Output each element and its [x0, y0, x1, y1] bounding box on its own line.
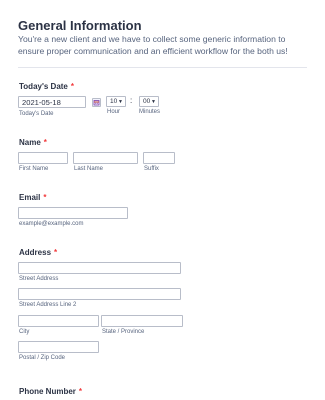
- hour-select[interactable]: 10 ▼: [106, 96, 126, 107]
- minutes-sublabel: Minutes: [139, 109, 161, 115]
- minutes-select[interactable]: 00 ▼: [139, 96, 159, 107]
- email-label-text: Email: [19, 193, 41, 202]
- city-sublabel: City: [19, 329, 30, 335]
- page-title: General Information: [18, 18, 142, 33]
- address-field-label: Address *: [19, 248, 57, 257]
- email-sublabel: example@example.com: [19, 221, 84, 227]
- date-input[interactable]: 2021-05-18: [18, 96, 86, 108]
- city-input[interactable]: [18, 315, 99, 327]
- calendar-icon[interactable]: [92, 98, 101, 107]
- street-address-input[interactable]: [18, 262, 181, 274]
- suffix-input[interactable]: [143, 152, 175, 164]
- suffix-sublabel: Suffix: [144, 166, 159, 172]
- postal-code-sublabel: Postal / Zip Code: [19, 355, 66, 361]
- first-name-sublabel: First Name: [19, 166, 49, 172]
- name-label-text: Name: [19, 138, 41, 147]
- postal-code-input[interactable]: [18, 341, 99, 353]
- name-field-label: Name *: [19, 138, 47, 147]
- date-sublabel: Today's Date: [19, 111, 54, 117]
- street-address-sublabel: Street Address: [19, 276, 59, 282]
- date-label-text: Today's Date: [19, 82, 68, 91]
- email-field-label: Email *: [19, 193, 46, 202]
- chevron-down-icon: ▼: [151, 99, 156, 105]
- phone-label-text: Phone Number: [19, 387, 76, 396]
- street-address-line2-sublabel: Street Address Line 2: [19, 302, 77, 308]
- required-marker: *: [70, 82, 75, 91]
- required-marker: *: [54, 248, 58, 257]
- state-sublabel: State / Province: [102, 329, 145, 335]
- street-address-line2-input[interactable]: [18, 288, 181, 300]
- date-field-label: Today's Date *: [19, 82, 74, 91]
- hour-sublabel: Hour: [107, 109, 121, 115]
- last-name-input[interactable]: [73, 152, 138, 164]
- required-marker: *: [78, 387, 83, 396]
- date-input-value: 2021-05-18: [22, 98, 61, 107]
- time-colon: :: [130, 96, 133, 105]
- required-marker: *: [43, 138, 47, 147]
- first-name-input[interactable]: [18, 152, 68, 164]
- page-description: You're a new client and we have to colle…: [18, 34, 288, 56]
- chevron-down-icon: ▼: [118, 99, 123, 105]
- calendar-icon-glyph: [93, 100, 100, 106]
- address-label-text: Address: [19, 248, 52, 257]
- email-input[interactable]: [18, 207, 128, 219]
- last-name-sublabel: Last Name: [74, 166, 104, 172]
- minutes-select-value: 00: [143, 98, 151, 105]
- phone-field-label: Phone Number *: [19, 387, 82, 396]
- hour-select-value: 10: [110, 98, 118, 105]
- state-input[interactable]: [101, 315, 183, 327]
- required-marker: *: [43, 193, 47, 202]
- header-divider: [18, 67, 307, 68]
